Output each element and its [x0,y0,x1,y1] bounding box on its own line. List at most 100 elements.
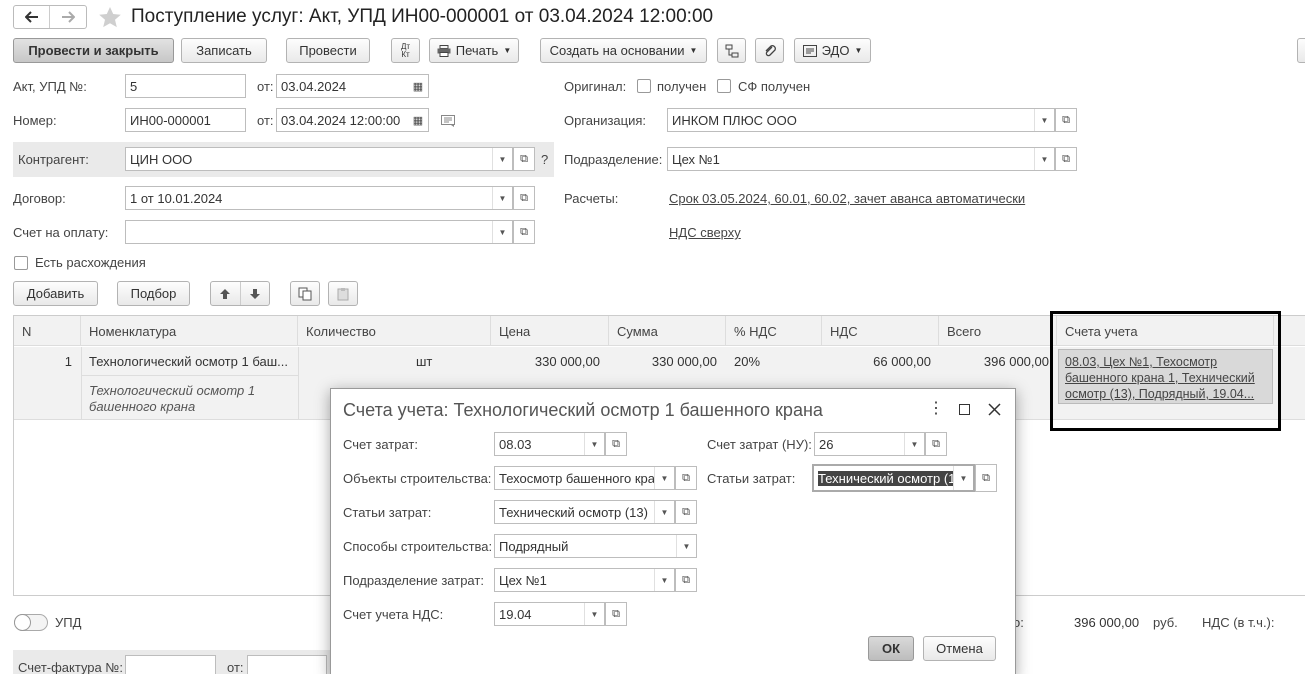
chevron-down-icon[interactable]: ▼ [953,466,973,490]
open-icon[interactable]: ⧉ [1055,108,1077,132]
row-vat-rate[interactable]: 20% [734,354,760,369]
chevron-down-icon[interactable]: ▼ [654,467,674,489]
more-button-edge[interactable] [1297,38,1305,63]
star-icon[interactable] [98,6,122,28]
upd-label: УПД [55,615,82,630]
open-icon[interactable]: ⧉ [675,500,697,524]
act-date-input[interactable]: 03.04.2024 ▦ [276,74,429,98]
act-number-input[interactable]: 5 [125,74,246,98]
methods-input[interactable]: Подрядный ▼ [494,534,697,558]
post-button[interactable]: Провести [286,38,370,63]
cost-items-tax-input[interactable]: Технический осмотр (13) ▼ [812,464,975,492]
row-sum[interactable]: 330 000,00 [609,354,717,369]
cost-division-input[interactable]: Цех №1 ▼ [494,568,675,592]
vat-link[interactable]: НДС сверху [669,225,741,240]
maximize-icon[interactable] [959,404,970,415]
ok-button[interactable]: ОК [868,636,914,661]
column-header-n[interactable]: N [14,316,81,346]
move-up-button[interactable] [211,282,241,305]
row-nomenclature[interactable]: Технологический осмотр 1 баш... [89,354,288,369]
help-icon[interactable]: ? [541,152,548,168]
calendar-icon[interactable]: ▦ [408,75,428,97]
column-header-price[interactable]: Цена [491,316,609,346]
invoice-number-input[interactable] [125,655,216,674]
number-input[interactable]: ИН00-000001 [125,108,246,132]
chevron-down-icon[interactable]: ▼ [492,187,512,209]
copy-button[interactable] [290,281,320,306]
dtkt-button[interactable]: Дт Кт [391,38,420,63]
column-header-nomenclature[interactable]: Номенклатура [81,316,298,346]
open-icon[interactable]: ⧉ [675,466,697,490]
column-header-vat[interactable]: НДС [822,316,939,346]
calendar-icon[interactable]: ▦ [408,109,428,131]
chevron-down-icon[interactable]: ▼ [654,569,674,591]
paste-button[interactable] [328,281,358,306]
open-icon[interactable]: ⧉ [513,220,535,244]
settlements-link[interactable]: Срок 03.05.2024, 60.01, 60.02, зачет ава… [669,191,1025,206]
objects-input[interactable]: Техосмотр башенного крана 1 ▼ [494,466,675,490]
print-button[interactable]: Печать ▼ [429,38,519,63]
comment-icon[interactable] [441,115,457,128]
chevron-down-icon[interactable]: ▼ [584,603,604,625]
row-vat[interactable]: 66 000,00 [822,354,931,369]
row-content[interactable]: Технологический осмотр 1 башенного крана [89,383,289,415]
vat-account-input[interactable]: 19.04 ▼ [494,602,605,626]
structure-button[interactable] [717,38,746,63]
attach-button[interactable] [755,38,784,63]
open-icon[interactable]: ⧉ [1055,147,1077,171]
more-icon[interactable]: ⋮ [928,400,944,418]
open-icon[interactable]: ⧉ [605,432,627,456]
close-icon[interactable] [988,403,1001,416]
column-header-total[interactable]: Всего [939,316,1057,346]
cost-items-input[interactable]: Технический осмотр (13) ▼ [494,500,675,524]
upd-toggle[interactable] [14,614,48,631]
open-icon[interactable]: ⧉ [925,432,947,456]
row-price[interactable]: 330 000,00 [491,354,600,369]
contract-input[interactable]: 1 от 10.01.2024 ▼ [125,186,513,210]
edo-label: ЭДО [821,43,850,58]
open-icon[interactable]: ⧉ [675,568,697,592]
edo-button[interactable]: ЭДО ▼ [794,38,871,63]
chevron-down-icon[interactable]: ▼ [1034,109,1054,131]
chevron-down-icon[interactable]: ▼ [676,535,696,557]
chevron-down-icon[interactable]: ▼ [492,148,512,170]
chevron-down-icon[interactable]: ▼ [1034,148,1054,170]
open-icon[interactable]: ⧉ [513,147,535,171]
discrepancy-checkbox[interactable] [14,256,28,270]
cost-account-input[interactable]: 08.03 ▼ [494,432,605,456]
move-buttons [210,281,270,306]
column-header-vat-rate[interactable]: % НДС [726,316,822,346]
chevron-down-icon[interactable]: ▼ [584,433,604,455]
open-icon[interactable]: ⧉ [975,464,997,492]
dtkt-icon: Дт Кт [400,41,411,59]
number-date-input[interactable]: 03.04.2024 12:00:00 ▦ [276,108,429,132]
column-header-sum[interactable]: Сумма [609,316,726,346]
back-button[interactable] [14,6,50,28]
create-based-on-button[interactable]: Создать на основании ▼ [540,38,707,63]
selection-button[interactable]: Подбор [117,281,190,306]
division-input[interactable]: Цех №1 ▼ [667,147,1055,171]
open-icon[interactable]: ⧉ [513,186,535,210]
forward-button[interactable] [50,6,86,28]
received-checkbox[interactable] [637,79,651,93]
counterparty-input[interactable]: ЦИН ООО ▼ [125,147,513,171]
organization-input[interactable]: ИНКОМ ПЛЮС ООО ▼ [667,108,1055,132]
cost-division-value: Цех №1 [499,572,547,588]
number-label: Номер: [13,113,57,128]
chevron-down-icon[interactable]: ▼ [492,221,512,243]
chevron-down-icon[interactable]: ▼ [904,433,924,455]
add-button[interactable]: Добавить [13,281,98,306]
move-down-button[interactable] [241,282,270,305]
invoice-input[interactable]: ▼ [125,220,513,244]
save-button[interactable]: Записать [181,38,267,63]
cancel-button[interactable]: Отмена [923,636,996,661]
post-and-close-button[interactable]: Провести и закрыть [13,38,174,63]
chevron-down-icon[interactable]: ▼ [654,501,674,523]
sf-received-checkbox[interactable] [717,79,731,93]
invoice-date-input[interactable] [247,655,327,674]
column-header-quantity[interactable]: Количество [298,316,491,346]
contract-value: 1 от 10.01.2024 [130,190,223,206]
open-icon[interactable]: ⧉ [605,602,627,626]
cost-account-tax-input[interactable]: 26 ▼ [814,432,925,456]
cost-account-tax-label: Счет затрат (НУ): [707,437,812,452]
